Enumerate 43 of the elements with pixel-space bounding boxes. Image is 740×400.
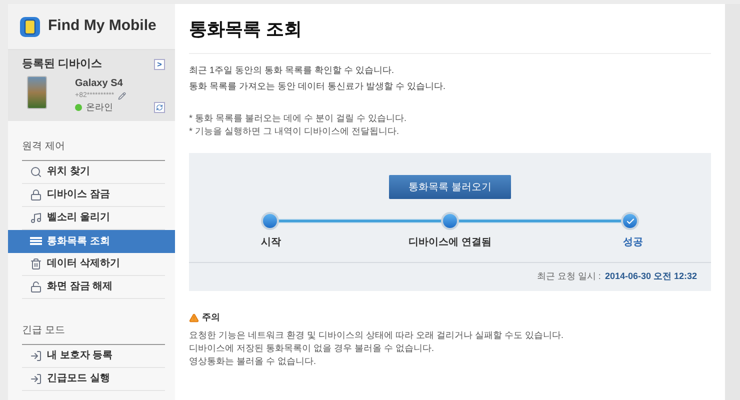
refresh-button[interactable]	[154, 102, 165, 114]
caution-text: 요청한 기능은 네트워크 환경 및 디바이스의 상태에 따라 오래 걸리거나 실패할 수도 있습니다.	[189, 328, 565, 342]
warning-icon	[189, 312, 199, 323]
devices-arrow-button[interactable]: >	[154, 58, 165, 70]
login-icon	[30, 350, 42, 362]
caution-text: 디바이스에 저장된 통화목록이 없을 경우 불러올 수 없습니다.	[189, 342, 436, 354]
list-icon	[30, 235, 42, 247]
intro-text: 최근 1주일 동안의 통화 목록를 확인할 수 있습니다.	[189, 64, 396, 77]
nav-item[interactable]: 화면 잠금 해제	[22, 276, 165, 298]
trash-icon	[30, 258, 42, 270]
note-text: * 통화 목록를 불러오는 데에 수 분이 걸릴 수 있습니다.	[189, 112, 408, 125]
caution-title: 주의	[202, 311, 220, 324]
phone-image	[27, 76, 47, 108]
step-label: 디바이스에 연결됨	[408, 236, 492, 250]
step-label: 성공	[622, 236, 644, 250]
lock-icon	[30, 188, 42, 200]
device-status: 온라인	[86, 101, 113, 114]
unlock-icon	[30, 280, 42, 292]
app-name: Find My Mobile	[48, 16, 156, 36]
nav-item[interactable]: 내 보호자 등록	[22, 344, 165, 368]
login-icon	[30, 372, 42, 384]
section-heading: 원격 제어	[22, 130, 165, 160]
app-logo-icon	[20, 16, 40, 36]
note-text: * 기능을 실행하면 그 내역이 디바이스에 전달됩니다.	[189, 125, 400, 138]
nav-item[interactable]: 위치 찾기	[22, 160, 165, 184]
devices-heading: 등록된 디바이스	[22, 57, 102, 72]
load-call-log-button[interactable]: 통화목록 불러오기	[389, 175, 511, 199]
step-label: 시작	[260, 236, 282, 250]
section-heading: 긴급 모드	[22, 314, 165, 344]
last-request-time: 2014-06-30 오전 12:32	[604, 270, 697, 284]
search-icon	[30, 166, 42, 178]
last-request-label: 최근 요청 일시 :	[536, 270, 601, 284]
music-note-icon	[30, 212, 42, 224]
caution-text: 영상통화는 불러올 수 없습니다.	[189, 354, 318, 368]
check-icon	[626, 216, 634, 226]
intro-text: 통화 목록를 가져오는 동안 데이터 통신료가 발생할 수 있습니다.	[189, 80, 447, 93]
nav-item[interactable]: 디바이스 잠금	[22, 184, 165, 206]
edit-icon[interactable]	[118, 92, 126, 100]
scrollbar[interactable]	[725, 4, 740, 400]
nav-item[interactable]: 긴급모드 실행	[22, 368, 165, 390]
device-name: Galaxy S4	[75, 76, 124, 90]
nav-item[interactable]: 데이터 삭제하기	[22, 252, 165, 276]
page-title: 통화목록 조회	[189, 16, 711, 54]
